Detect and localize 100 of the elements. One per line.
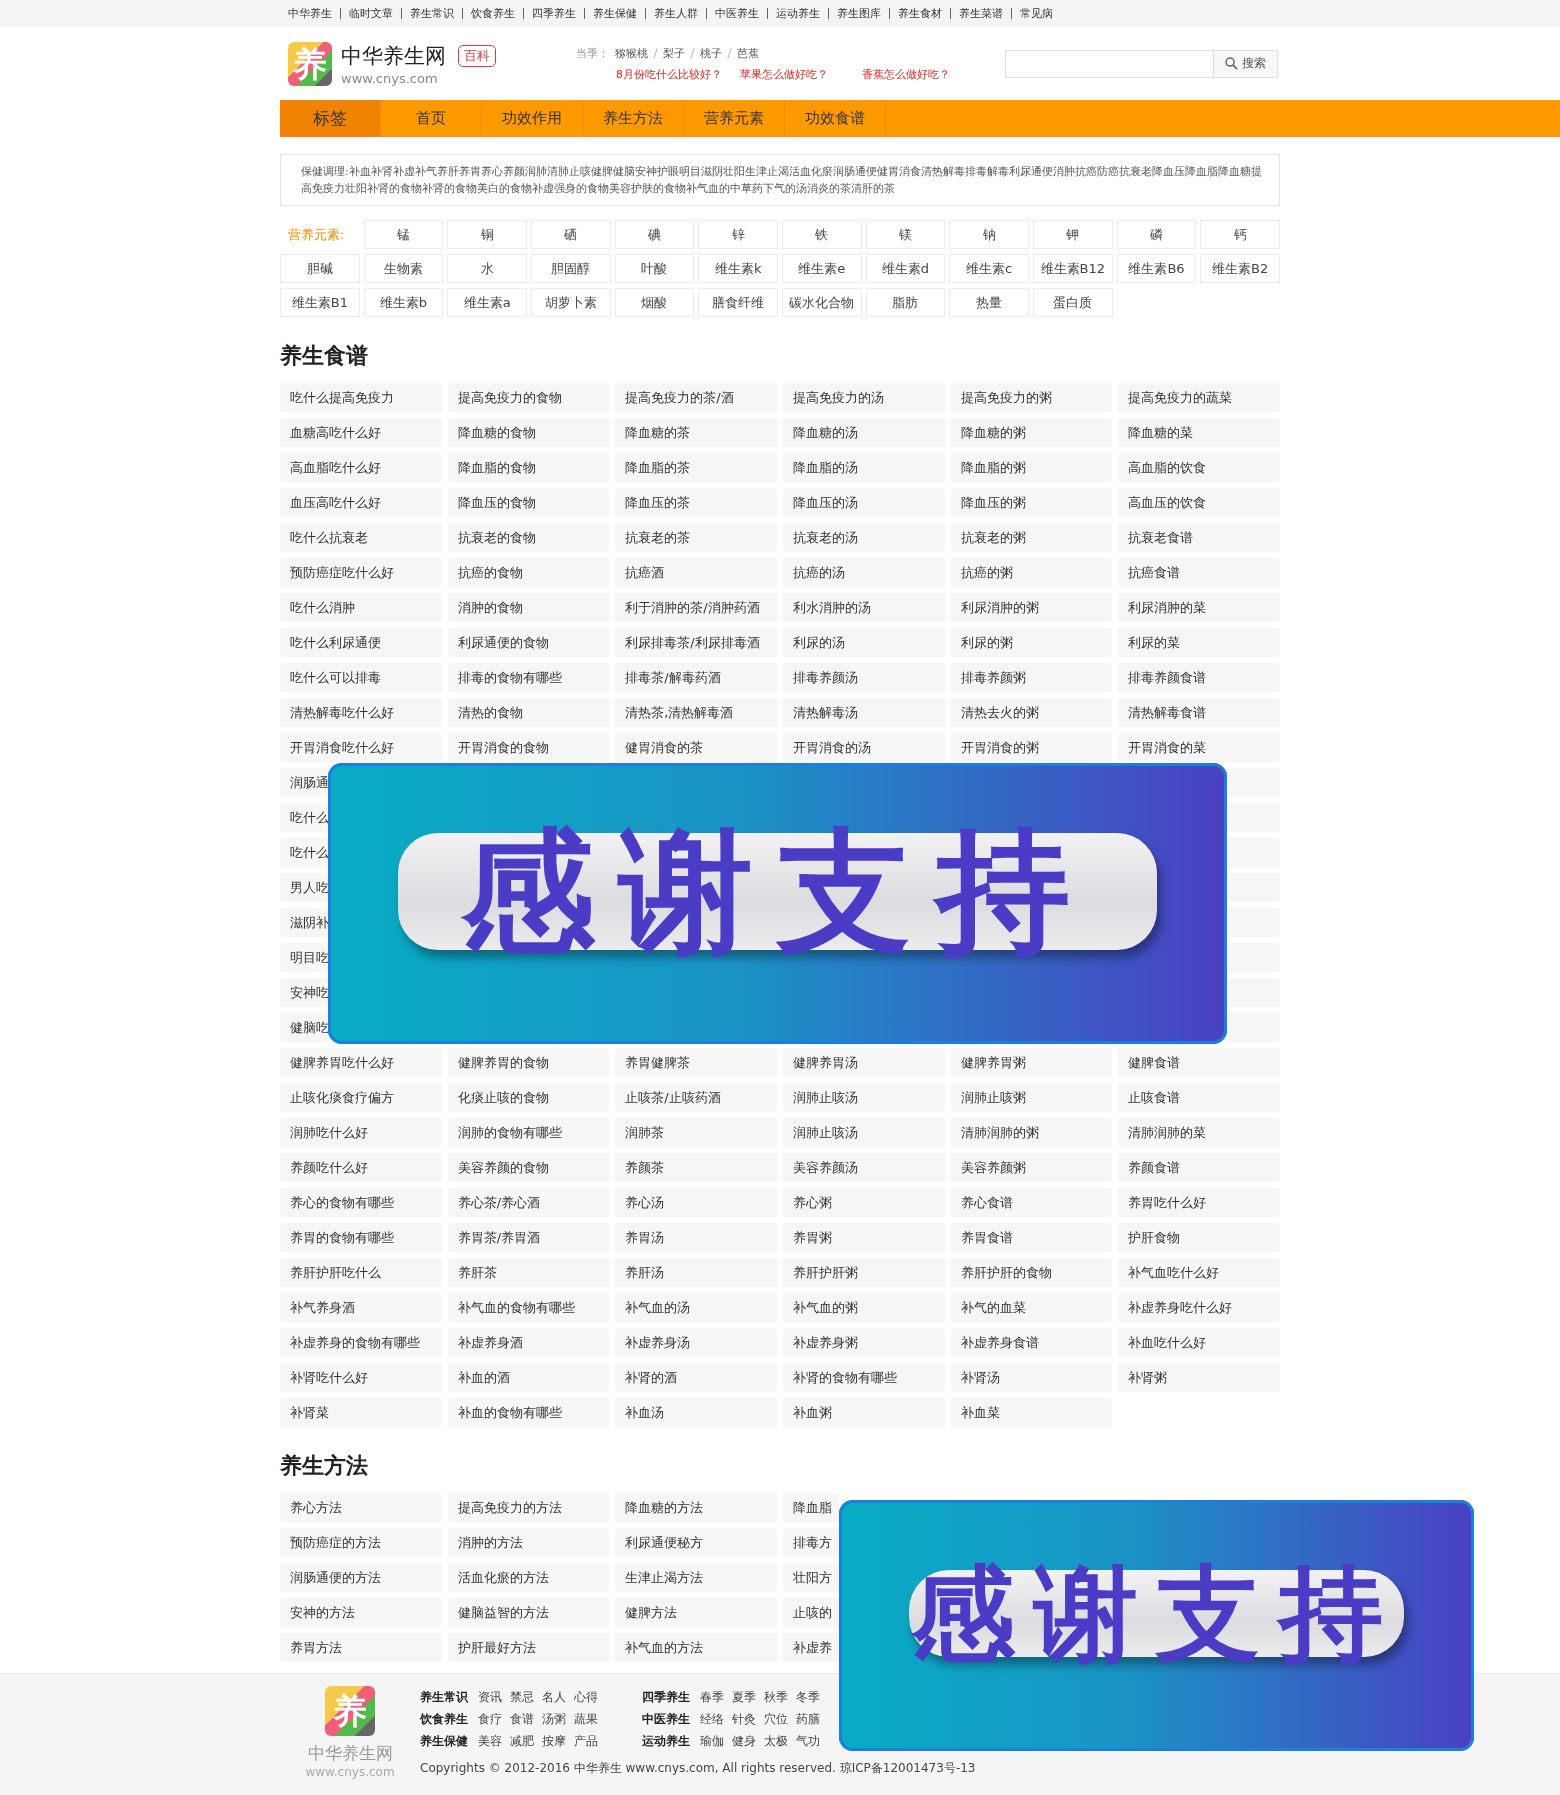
footer-link[interactable]: 禁忌 xyxy=(510,1688,534,1706)
top-nav-link[interactable]: 养生人群 xyxy=(645,8,706,19)
recipe-link[interactable]: 吃什么消肿 xyxy=(280,593,442,622)
method-link[interactable]: 补气血的方法 xyxy=(615,1633,777,1662)
nav-tab[interactable]: 功效食谱 xyxy=(785,100,886,137)
recipe-link[interactable]: 开胃消食的汤 xyxy=(783,733,945,762)
top-nav-link[interactable]: 中华养生 xyxy=(288,8,340,19)
nutrient-tag[interactable]: 维生素B12 xyxy=(1033,254,1113,283)
recipe-link[interactable]: 抗癌的粥 xyxy=(950,558,1113,587)
nav-tab[interactable]: 首页 xyxy=(381,100,482,137)
nav-tab[interactable]: 营养元素 xyxy=(684,100,785,137)
nutrient-tag[interactable]: 钙 xyxy=(1200,220,1280,249)
nutrient-tag[interactable]: 碳水化合物 xyxy=(782,288,862,317)
recipe-link[interactable]: 消肿的食物 xyxy=(447,593,610,622)
recipe-link[interactable]: 提高免疫力的食物 xyxy=(447,383,610,412)
recipe-link[interactable]: 安神吃 xyxy=(280,978,328,1007)
recipe-link[interactable]: 明目吃 xyxy=(280,943,328,972)
recipe-link[interactable]: 降血糖的菜 xyxy=(1118,418,1280,447)
footer-link[interactable]: 经络 xyxy=(700,1710,724,1728)
nutrient-tag[interactable]: 碘 xyxy=(614,220,695,249)
recipe-link[interactable]: 降血糖的食物 xyxy=(447,418,610,447)
recipe-link[interactable]: 养肝护肝粥 xyxy=(783,1258,945,1287)
recipe-link[interactable]: 养肝护肝吃什么 xyxy=(280,1258,442,1287)
nutrient-tag[interactable]: 蛋白质 xyxy=(1033,288,1113,317)
recipe-link[interactable]: 养胃健脾茶 xyxy=(615,1048,777,1077)
recipe-link[interactable]: 降血脂的汤 xyxy=(783,453,945,482)
footer-link[interactable]: 心得 xyxy=(574,1688,598,1706)
nutrient-tag[interactable]: 胆碱 xyxy=(280,254,360,283)
method-link[interactable]: 润肠通便的方法 xyxy=(280,1563,442,1592)
footer-link[interactable]: 夏季 xyxy=(732,1688,756,1706)
nutrient-tag[interactable]: 维生素d xyxy=(865,254,946,283)
recipe-link[interactable]: 提高免疫力的茶/酒 xyxy=(615,383,777,412)
recipe-link[interactable]: 清肺润肺的粥 xyxy=(950,1118,1113,1147)
nutrient-tag[interactable]: 热量 xyxy=(949,288,1029,317)
recipe-link[interactable]: 利尿排毒茶/利尿排毒酒 xyxy=(615,628,777,657)
footer-link[interactable]: 药膳 xyxy=(796,1710,820,1728)
recipe-link[interactable]: 补虚养身吃什么好 xyxy=(1118,1293,1280,1322)
recipe-link[interactable]: 利尿通便的食物 xyxy=(447,628,610,657)
nav-tab[interactable]: 标签 xyxy=(280,100,381,137)
recipe-link[interactable]: 健脾养胃的食物 xyxy=(447,1048,610,1077)
recipe-link[interactable]: 止咳食谱 xyxy=(1118,1083,1280,1112)
recipe-link[interactable]: 养胃食谱 xyxy=(950,1223,1113,1252)
recipe-link[interactable]: 护肝食物 xyxy=(1118,1223,1280,1252)
nutrient-tag[interactable]: 水 xyxy=(447,254,527,283)
nutrient-tag[interactable]: 维生素k xyxy=(698,254,778,283)
recipe-link[interactable]: 养颜茶 xyxy=(615,1153,777,1182)
footer-link[interactable]: 按摩 xyxy=(542,1732,566,1750)
nutrient-tag[interactable]: 脂肪 xyxy=(865,288,946,317)
top-nav-link[interactable]: 运动养生 xyxy=(767,8,828,19)
nutrient-tag[interactable]: 锌 xyxy=(698,220,778,249)
recipe-link[interactable]: 提高免疫力的粥 xyxy=(950,383,1113,412)
recipe-link[interactable]: 开胃消食吃什么好 xyxy=(280,733,442,762)
method-link[interactable]: 补虚养 xyxy=(783,1633,839,1662)
footer-link[interactable]: 汤粥 xyxy=(542,1710,566,1728)
search-field[interactable] xyxy=(1005,49,1213,78)
recipe-link[interactable]: 润肺止咳汤 xyxy=(783,1118,945,1147)
nutrient-tag[interactable]: 镁 xyxy=(865,220,946,249)
recipe-link[interactable]: 排毒养颜粥 xyxy=(950,663,1113,692)
method-link[interactable]: 健脑益智的方法 xyxy=(447,1598,610,1627)
recipe-link[interactable]: 清热解毒食谱 xyxy=(1118,698,1280,727)
recipe-link[interactable]: 补肾吃什么好 xyxy=(280,1363,442,1392)
method-link[interactable]: 消肿的方法 xyxy=(447,1528,610,1557)
method-link[interactable]: 利尿通便秘方 xyxy=(615,1528,777,1557)
recipe-link[interactable]: 降血糖的粥 xyxy=(950,418,1113,447)
recipe-link[interactable]: 美容养颜粥 xyxy=(950,1153,1113,1182)
recipe-link[interactable]: 健脾养胃吃什么好 xyxy=(280,1048,442,1077)
recipe-link[interactable]: 抗癌的食物 xyxy=(447,558,610,587)
method-link[interactable]: 壮阳方 xyxy=(783,1563,839,1592)
recipe-link[interactable]: 开胃消食的粥 xyxy=(950,733,1113,762)
recipe-link[interactable]: 补肾粥 xyxy=(1118,1363,1280,1392)
recipe-link[interactable]: 健脾食谱 xyxy=(1118,1048,1280,1077)
recipe-link[interactable]: 开胃消食的菜 xyxy=(1118,733,1280,762)
footer-link[interactable]: 秋季 xyxy=(764,1688,788,1706)
recipe-link[interactable]: 抗衰老食谱 xyxy=(1118,523,1280,552)
recipe-link[interactable]: 利尿消肿的粥 xyxy=(950,593,1113,622)
footer-link[interactable]: 名人 xyxy=(542,1688,566,1706)
top-nav-link[interactable]: 养生常识 xyxy=(401,8,462,19)
method-link[interactable]: 排毒方 xyxy=(783,1528,839,1557)
recipe-link[interactable]: 养胃粥 xyxy=(783,1223,945,1252)
recipe-link[interactable]: 养心食谱 xyxy=(950,1188,1113,1217)
recipe-link[interactable]: 化痰止咳的食物 xyxy=(447,1083,610,1112)
recipe-link[interactable]: 排毒的食物有哪些 xyxy=(447,663,610,692)
recipe-link[interactable]: 清热茶,清热解毒酒 xyxy=(615,698,777,727)
recipe-link[interactable]: 提高免疫力的蔬菜 xyxy=(1118,383,1280,412)
top-nav-link[interactable]: 临时文章 xyxy=(340,8,401,19)
recipe-link[interactable]: 清热去火的粥 xyxy=(950,698,1113,727)
recipe-link[interactable]: 补血吃什么好 xyxy=(1118,1328,1280,1357)
nutrient-tag[interactable]: 维生素B1 xyxy=(280,288,360,317)
recipe-link[interactable]: 清热解毒吃什么好 xyxy=(280,698,442,727)
footer-link[interactable]: 冬季 xyxy=(796,1688,820,1706)
recipe-link[interactable]: 降血压的食物 xyxy=(447,488,610,517)
top-nav-link[interactable]: 养生保健 xyxy=(584,8,645,19)
recipe-link[interactable]: 养肝茶 xyxy=(447,1258,610,1287)
top-nav-link[interactable]: 养生菜谱 xyxy=(950,8,1011,19)
top-nav-link[interactable]: 常见病 xyxy=(1011,8,1061,19)
footer-link[interactable]: 太极 xyxy=(764,1732,788,1750)
footer-link[interactable]: 穴位 xyxy=(764,1710,788,1728)
recipe-link[interactable]: 降血脂的食物 xyxy=(447,453,610,482)
recipe-link[interactable]: 利水消肿的汤 xyxy=(783,593,945,622)
recipe-link[interactable]: 止咳化痰食疗偏方 xyxy=(280,1083,442,1112)
